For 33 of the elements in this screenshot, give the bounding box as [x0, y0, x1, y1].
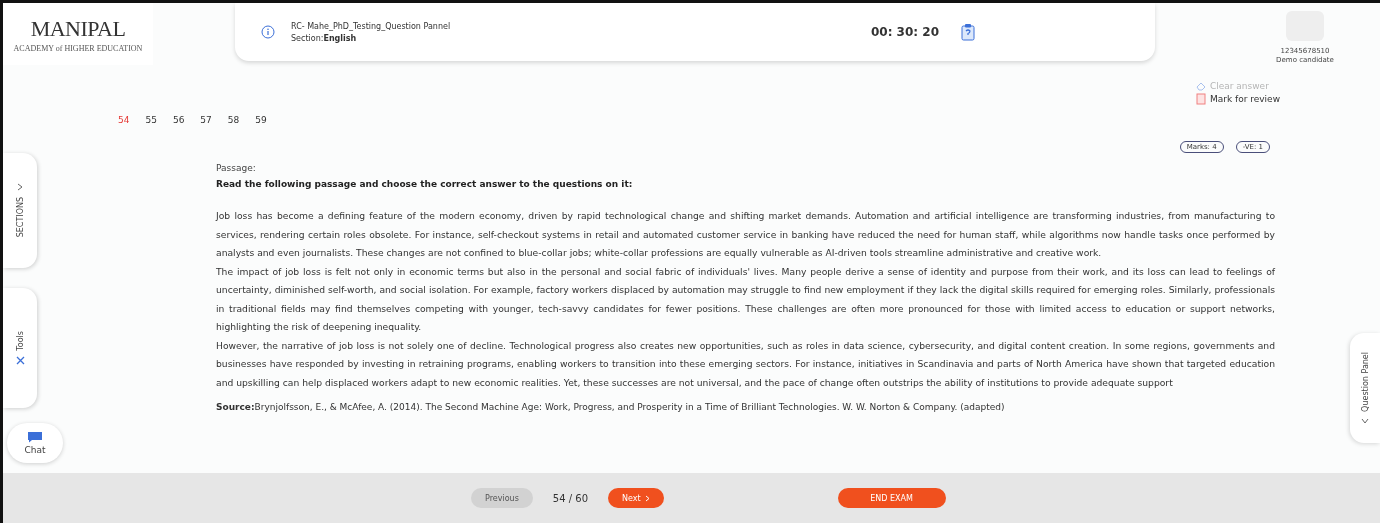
question-number[interactable]: 56: [169, 113, 188, 127]
side-tab[interactable]: SECTIONS: [3, 153, 37, 268]
passage-paragraph: The impact of job loss is felt not only in economic terms but also in the personal and social fabric of individuals' lives. Many people derive a sense of identity and purpose from their work, and its loss can lead to feelings of uncertainty, diminished self-worth, and social isolation. For example, factory workers displaced by automation may struggle to find new employment if they lack the digital skills required for emerging roles. Similarly, professionals in traditional fields may find themselves competing with younger, tech-savvy candidates for fewer positions. These challenges are often more pronounced for those with limited access to education or support networks, highlighting the risk of deepening inequality.: [216, 264, 1275, 334]
passage-label: Passage:: [216, 163, 257, 173]
question-number[interactable]: 58: [224, 113, 243, 127]
question-number[interactable]: 55: [142, 113, 160, 127]
end-exam-button[interactable]: END EXAM: [837, 488, 946, 508]
section-name: Section:English: [291, 33, 358, 43]
question-number[interactable]: 57: [197, 113, 215, 127]
mark-for-review-button[interactable]: Mark for review: [1195, 93, 1280, 105]
chevron-icon: [1361, 417, 1369, 424]
next-button[interactable]: Next: [608, 488, 664, 508]
chat-button[interactable]: Chat: [7, 423, 63, 463]
passage-paragraph: However, the narrative of job loss is not solely one of decline. Technological progress also creates new opportunities, such as roles in data science, cybersecurity, and digital content creation. In some regions, governments and businesses have responded by investing in retraining programs, enabling workers to transition into these emerging sectors. For instance, initiatives in Scandinavia and parts of North America have shown that targeted education and upskilling can help displaced workers adapt to new economic realities. Yet, these successes are not universal, and the pace of change often outstrips the ability of institutions to provide adequate support: [216, 338, 1275, 390]
passage-instruction: Read the following passage and choose the correct answer to the questions on it:: [216, 179, 634, 189]
exam-title: RC- Mahe_PhD_Testing_Question Pannel: [291, 21, 452, 31]
chevron-icon: [17, 183, 23, 192]
side-tab[interactable]: Tools: [3, 288, 37, 408]
question-number[interactable]: 54: [115, 113, 133, 127]
tools-icon: [15, 356, 25, 366]
bookmark-icon: [1195, 93, 1206, 105]
passage-paragraph: Job loss has become a defining feature of the modern economy, driven by rapid technological change and shifting market demands. Automation and artificial intelligence are transforming industries, from manufacturing to services, rendering certain roles obsolete. For instance, self-checkout systems in retail and automated customer service in banking have reduced the need for human staff, while algorithms now handle tasks once performed by analysts and even journalists. These changes are not confined to blue-collar jobs; white-collar professions are equally vulnerable as AI-driven tools streamline administrative and creative work.: [216, 209, 1275, 260]
chat-icon: [27, 431, 43, 443]
passage-source: Source:Brynjolfsson, E., & McAfee, A. (2014). The Second Machine Age: Work, Progress, and Prosperity in a Time of Brilliant Technologies. W. W. Norton & Company. (adapted): [216, 402, 1006, 412]
question-counter: 54 / 60: [552, 492, 588, 504]
clipboard-icon[interactable]: [961, 23, 975, 41]
question-number[interactable]: 59: [252, 113, 270, 127]
chevron-icon: [644, 494, 650, 502]
logo-tagline: ACADEMY of HIGHER EDUCATION: [13, 43, 143, 53]
timer: 00: 30: 20: [870, 25, 939, 39]
info-icon: [261, 25, 275, 39]
question-panel-tab[interactable]: Question Panel: [1350, 333, 1380, 443]
logo-name: MANIPAL: [30, 15, 126, 42]
